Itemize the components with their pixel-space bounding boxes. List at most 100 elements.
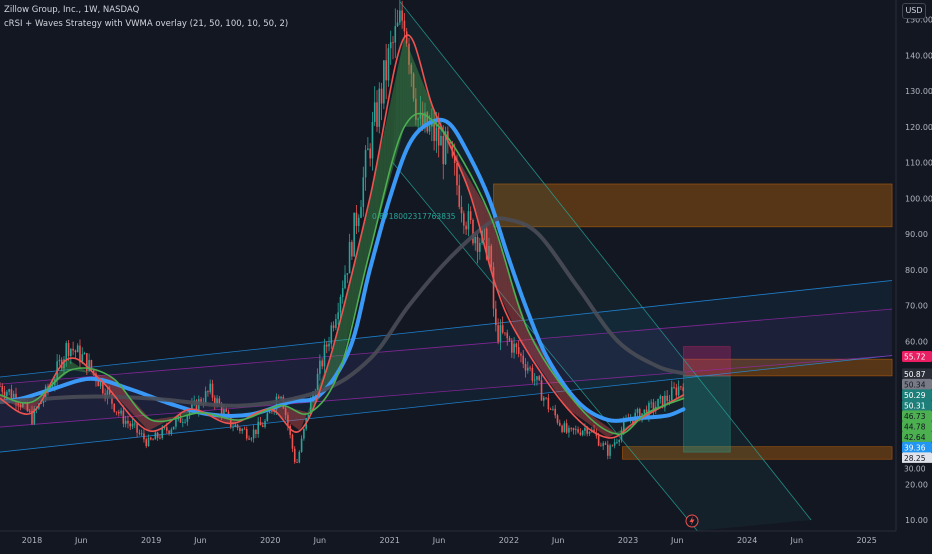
candle[interactable] [266,413,269,421]
candle[interactable] [435,127,438,141]
candle[interactable] [234,424,237,427]
candle[interactable] [497,325,499,342]
candle[interactable] [280,396,282,399]
candle[interactable] [6,391,8,396]
candle[interactable] [543,397,545,401]
candle[interactable] [517,347,520,354]
candle[interactable] [524,363,527,371]
candle[interactable] [563,423,566,432]
candle[interactable] [636,409,639,413]
candle[interactable] [209,383,212,393]
candle[interactable] [460,206,463,214]
candle[interactable] [611,445,614,447]
candle[interactable] [138,432,141,434]
candle[interactable] [181,422,184,423]
candle[interactable] [680,386,682,388]
candle[interactable] [70,348,72,357]
candle[interactable] [597,435,600,446]
candle[interactable] [467,211,470,230]
candle[interactable] [145,439,148,447]
candle[interactable] [371,121,374,159]
price-chart[interactable]: 0.8718002317763835 150.00140.00130.00120… [0,0,932,550]
candle[interactable] [58,359,61,362]
candle[interactable] [293,448,296,463]
candle[interactable] [529,367,531,369]
candle[interactable] [136,423,138,433]
candle[interactable] [522,355,525,364]
candle[interactable] [211,383,214,398]
candle[interactable] [604,443,607,445]
candle[interactable] [394,26,397,43]
candle[interactable] [291,434,294,449]
candle[interactable] [300,438,303,452]
candle[interactable] [442,135,445,165]
candle[interactable] [670,387,673,401]
candle[interactable] [531,367,534,381]
candle[interactable] [616,442,618,443]
candle[interactable] [440,135,442,146]
candle[interactable] [556,415,559,423]
candle[interactable] [243,428,246,430]
candle[interactable] [387,48,390,81]
candle[interactable] [186,415,189,422]
candle[interactable] [65,343,68,360]
candle[interactable] [572,427,575,431]
candle[interactable] [463,213,465,226]
candle[interactable] [558,422,561,426]
candle[interactable] [552,408,554,410]
candle[interactable] [520,353,522,356]
candle[interactable] [298,451,301,463]
lightning-bolt-icon[interactable] [685,514,699,528]
candle[interactable] [127,420,129,424]
candle[interactable] [113,403,116,412]
candle[interactable] [344,274,346,289]
candle[interactable] [236,424,239,428]
candle[interactable] [504,332,506,334]
candle[interactable] [271,411,273,413]
candle[interactable] [8,389,10,392]
candle[interactable] [501,325,504,333]
candle[interactable] [579,432,582,435]
candle[interactable] [207,391,209,393]
candle[interactable] [165,427,168,431]
candle[interactable] [472,219,474,244]
candle[interactable] [0,385,1,387]
candle[interactable] [143,433,145,440]
candle[interactable] [369,148,371,159]
candle[interactable] [351,242,353,257]
candle[interactable] [225,409,228,412]
candle[interactable] [140,433,143,435]
candle[interactable] [666,395,668,401]
candle[interactable] [131,423,134,427]
candle[interactable] [584,428,586,431]
candle[interactable] [600,445,602,447]
candle[interactable] [357,217,360,226]
candle[interactable] [389,42,392,49]
candle[interactable] [458,185,461,207]
candle[interactable] [337,312,339,320]
candle[interactable] [545,397,547,399]
candle[interactable] [97,381,100,387]
candle[interactable] [428,126,431,132]
candle[interactable] [346,273,349,275]
candle[interactable] [239,427,241,432]
candle[interactable] [277,396,280,399]
candle[interactable] [248,438,250,440]
candle[interactable] [577,429,579,433]
candle[interactable] [134,423,136,425]
candle[interactable] [527,367,529,371]
candle[interactable] [554,408,557,416]
candle[interactable] [476,236,479,252]
candle[interactable] [118,411,120,414]
candle[interactable] [259,421,262,426]
candle[interactable] [677,386,680,396]
candle[interactable] [613,442,616,446]
candle[interactable] [643,409,646,414]
candle[interactable] [76,345,79,353]
candle[interactable] [355,212,358,226]
candle[interactable] [682,387,684,392]
candle[interactable] [536,376,538,380]
candle[interactable] [588,431,591,434]
candle[interactable] [257,421,259,435]
candle[interactable] [392,42,394,43]
